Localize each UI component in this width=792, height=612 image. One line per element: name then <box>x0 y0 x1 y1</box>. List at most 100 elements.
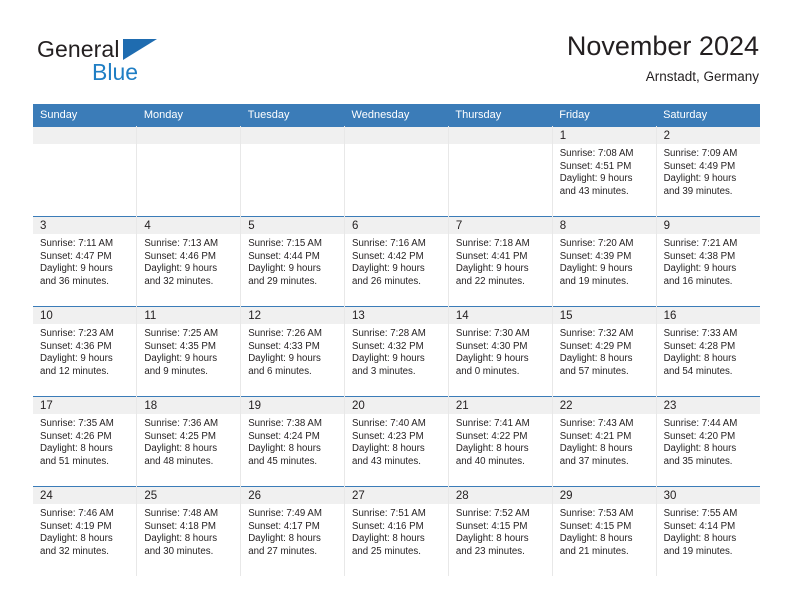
sunset-time: Sunset: 4:41 PM <box>455 250 528 262</box>
day-cell-inner <box>448 127 552 216</box>
sunrise-time: Sunrise: 7:18 AM <box>455 238 530 249</box>
calendar-day-cell[interactable]: 22 Sunrise: 7:43 AM Sunset: 4:21 PM Dayligh… <box>551 396 657 487</box>
daylight-duration-line1: Daylight: 9 hours <box>455 353 529 365</box>
sunset-time: Sunset: 4:17 PM <box>248 520 320 532</box>
day-number: 30 <box>656 487 760 504</box>
daylight-duration-line1: Daylight: 8 hours <box>663 443 737 455</box>
daylight-duration-line2: and 32 minutes. <box>144 275 214 287</box>
daylight-duration-line1: Daylight: 8 hours <box>248 533 321 545</box>
calendar-day-cell[interactable]: 26 Sunrise: 7:49 AM Sunset: 4:17 PM Dayligh… <box>240 486 346 576</box>
calendar-day-cell[interactable]: 24 Sunrise: 7:46 AM Sunset: 4:19 PM Dayligh… <box>33 486 138 576</box>
daylight-duration-line2: and 48 minutes. <box>144 455 214 467</box>
daylight-duration-line2: and 54 minutes. <box>663 365 733 377</box>
day-cell-inner: 13 Sunrise: 7:28 AM Sunset: 4:32 PM Dayligh… <box>345 307 448 396</box>
day-cell-details: Sunrise: 7:41 AM Sunset: 4:22 PM Daylight:… <box>449 414 552 468</box>
calendar-day-cell[interactable]: 13 Sunrise: 7:28 AM Sunset: 4:32 PM Dayligh… <box>344 306 449 397</box>
calendar-week-row: 3 Sunrise: 7:11 AM Sunset: 4:47 PM Daylight… <box>33 216 760 307</box>
day-cell-inner: 27 Sunrise: 7:51 AM Sunset: 4:16 PM Dayligh… <box>345 487 448 576</box>
calendar-day-cell[interactable]: 16 Sunrise: 7:33 AM Sunset: 4:28 PM Dayligh… <box>655 306 760 397</box>
generalblue-logo[interactable]: General Blue <box>37 38 247 90</box>
calendar-day-cell[interactable]: 11 Sunrise: 7:25 AM Sunset: 4:35 PM Dayligh… <box>136 306 242 397</box>
day-cell-details: Sunrise: 7:26 AM Sunset: 4:33 PM Daylight:… <box>241 324 344 378</box>
calendar-day-cell[interactable]: 8 Sunrise: 7:20 AM Sunset: 4:39 PM Daylight… <box>551 216 657 307</box>
calendar-day-cell[interactable]: 18 Sunrise: 7:36 AM Sunset: 4:25 PM Dayligh… <box>136 396 242 487</box>
weekday-header-friday: Friday <box>552 104 657 127</box>
day-cell-details: Sunrise: 7:30 AM Sunset: 4:30 PM Daylight:… <box>449 324 552 378</box>
day-cell-details: Sunrise: 7:15 AM Sunset: 4:44 PM Daylight:… <box>241 234 344 288</box>
sunset-time: Sunset: 4:23 PM <box>352 430 424 442</box>
calendar-week-row: 24 Sunrise: 7:46 AM Sunset: 4:19 PM Dayligh… <box>33 486 760 576</box>
sunrise-time: Sunrise: 7:25 AM <box>144 328 219 339</box>
calendar-day-cell[interactable]: 17 Sunrise: 7:35 AM Sunset: 4:26 PM Dayligh… <box>33 396 138 487</box>
day-cell-details: Sunrise: 7:49 AM Sunset: 4:17 PM Daylight:… <box>241 504 344 558</box>
calendar-day-cell[interactable]: 19 Sunrise: 7:38 AM Sunset: 4:24 PM Dayligh… <box>240 396 346 487</box>
calendar-day-cell[interactable]: 15 Sunrise: 7:32 AM Sunset: 4:29 PM Dayligh… <box>551 306 657 397</box>
calendar-day-cell[interactable]: 2 Sunrise: 7:09 AM Sunset: 4:49 PM Daylight… <box>655 126 760 217</box>
day-cell-inner: 30 Sunrise: 7:55 AM Sunset: 4:14 PM Dayligh… <box>656 487 760 576</box>
calendar-day-cell[interactable]: 23 Sunrise: 7:44 AM Sunset: 4:20 PM Dayligh… <box>655 396 760 487</box>
daylight-duration-line2: and 9 minutes. <box>144 365 208 377</box>
calendar-day-cell[interactable]: 20 Sunrise: 7:40 AM Sunset: 4:23 PM Dayligh… <box>344 396 449 487</box>
day-number: 18 <box>137 397 241 414</box>
sunset-time: Sunset: 4:30 PM <box>455 340 528 352</box>
day-number: 16 <box>656 307 760 324</box>
sunset-time: Sunset: 4:47 PM <box>40 250 112 262</box>
daylight-duration-line2: and 25 minutes. <box>352 545 421 557</box>
calendar-day-cell[interactable]: 7 Sunrise: 7:18 AM Sunset: 4:41 PM Daylight… <box>447 216 553 307</box>
page-title: November 2024 <box>566 31 759 61</box>
sunrise-time: Sunrise: 7:21 AM <box>663 238 738 249</box>
calendar-day-cell[interactable]: 27 Sunrise: 7:51 AM Sunset: 4:16 PM Dayligh… <box>344 486 449 576</box>
daylight-duration-line2: and 37 minutes. <box>559 455 629 467</box>
day-cell-details: Sunrise: 7:40 AM Sunset: 4:23 PM Daylight:… <box>345 414 448 468</box>
day-cell-inner: 22 Sunrise: 7:43 AM Sunset: 4:21 PM Dayligh… <box>552 397 656 486</box>
calendar-day-cell[interactable]: 21 Sunrise: 7:41 AM Sunset: 4:22 PM Dayligh… <box>447 396 553 487</box>
title-block: November 2024 Arnstadt, Germany <box>567 30 759 86</box>
daylight-duration-line1: Daylight: 8 hours <box>455 443 529 455</box>
daylight-duration-line1: Daylight: 8 hours <box>144 533 218 545</box>
day-number: 7 <box>448 217 552 234</box>
sunset-time: Sunset: 4:19 PM <box>40 520 112 532</box>
daylight-duration-line1: Daylight: 9 hours <box>144 263 218 275</box>
day-cell-inner: 26 Sunrise: 7:49 AM Sunset: 4:17 PM Dayligh… <box>241 487 345 576</box>
calendar-day-cell[interactable]: 10 Sunrise: 7:23 AM Sunset: 4:36 PM Dayligh… <box>33 306 138 397</box>
day-cell-inner <box>241 127 345 216</box>
calendar-day-cell[interactable]: 14 Sunrise: 7:30 AM Sunset: 4:30 PM Dayligh… <box>447 306 553 397</box>
day-number <box>33 127 137 144</box>
daylight-duration-line2: and 21 minutes. <box>559 545 629 557</box>
daylight-duration-line2: and 29 minutes. <box>248 275 318 287</box>
daylight-duration-line2: and 36 minutes. <box>40 275 109 287</box>
day-cell-inner: 21 Sunrise: 7:41 AM Sunset: 4:22 PM Dayligh… <box>448 397 552 486</box>
daylight-duration-line1: Daylight: 9 hours <box>663 173 737 185</box>
daylight-duration-line1: Daylight: 8 hours <box>144 443 218 455</box>
calendar-day-cell[interactable]: 3 Sunrise: 7:11 AM Sunset: 4:47 PM Daylight… <box>33 216 138 307</box>
calendar-day-cell[interactable]: 29 Sunrise: 7:53 AM Sunset: 4:15 PM Dayligh… <box>551 486 657 576</box>
sunset-time: Sunset: 4:20 PM <box>663 430 736 442</box>
day-number: 10 <box>33 307 137 324</box>
daylight-duration-line2: and 19 minutes. <box>663 545 733 557</box>
calendar-day-cell[interactable]: 5 Sunrise: 7:15 AM Sunset: 4:44 PM Daylight… <box>240 216 346 307</box>
day-number: 11 <box>137 307 241 324</box>
day-number: 25 <box>137 487 241 504</box>
sunrise-time: Sunrise: 7:51 AM <box>352 508 426 519</box>
daylight-duration-line1: Daylight: 9 hours <box>248 263 321 275</box>
calendar-day-cell[interactable]: 4 Sunrise: 7:13 AM Sunset: 4:46 PM Daylight… <box>136 216 242 307</box>
calendar-day-cell[interactable]: 9 Sunrise: 7:21 AM Sunset: 4:38 PM Daylight… <box>655 216 760 307</box>
sunset-time: Sunset: 4:33 PM <box>248 340 320 352</box>
calendar-day-cell[interactable]: 25 Sunrise: 7:48 AM Sunset: 4:18 PM Dayligh… <box>136 486 242 576</box>
calendar-day-cell[interactable]: 6 Sunrise: 7:16 AM Sunset: 4:42 PM Daylight… <box>344 216 449 307</box>
daylight-duration-line2: and 35 minutes. <box>663 455 733 467</box>
sunrise-time: Sunrise: 7:35 AM <box>40 418 114 429</box>
calendar-day-cell[interactable]: 28 Sunrise: 7:52 AM Sunset: 4:15 PM Dayligh… <box>447 486 553 576</box>
sunrise-time: Sunrise: 7:53 AM <box>559 508 634 519</box>
calendar-day-cell[interactable]: 1 Sunrise: 7:08 AM Sunset: 4:51 PM Daylight… <box>551 126 657 217</box>
daylight-duration-line2: and 6 minutes. <box>248 365 312 377</box>
day-number: 6 <box>345 217 448 234</box>
calendar-day-cell-empty <box>136 126 242 217</box>
day-number: 12 <box>241 307 345 324</box>
daylight-duration-line1: Daylight: 8 hours <box>40 533 113 545</box>
calendar-day-cell[interactable]: 30 Sunrise: 7:55 AM Sunset: 4:14 PM Dayligh… <box>655 486 760 576</box>
sunset-time: Sunset: 4:51 PM <box>559 160 632 172</box>
day-cell-inner: 6 Sunrise: 7:16 AM Sunset: 4:42 PM Daylight… <box>345 217 448 306</box>
day-number: 15 <box>552 307 656 324</box>
calendar-day-cell[interactable]: 12 Sunrise: 7:26 AM Sunset: 4:33 PM Dayligh… <box>240 306 346 397</box>
